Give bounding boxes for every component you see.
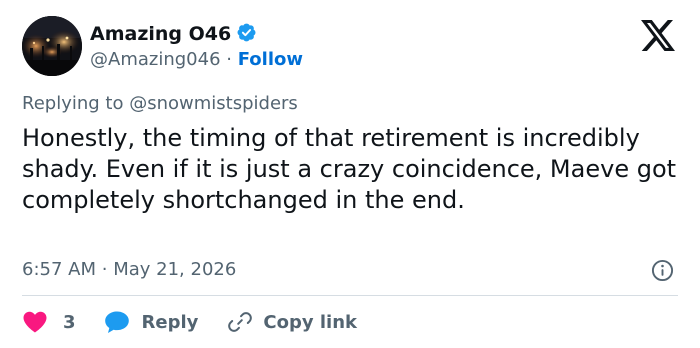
author-display-name[interactable]: Amazing O46 [90, 23, 231, 45]
like-count: 3 [63, 311, 76, 333]
replying-to-line: Replying to @snowmistspiders [22, 92, 298, 116]
replying-to-prefix: Replying to [22, 93, 124, 114]
heart-icon [23, 311, 47, 333]
handle-line: @Amazing046 · Follow [90, 48, 303, 72]
copy-link-button[interactable]: Copy link [228, 310, 357, 334]
reply-button[interactable]: Reply [104, 310, 199, 334]
info-icon[interactable] [651, 259, 674, 282]
handle-separator: · [226, 49, 232, 70]
copy-link-label: Copy link [263, 311, 357, 333]
divider [22, 295, 678, 296]
link-icon [228, 312, 253, 332]
tweet-time: 6:57 AM [22, 259, 96, 280]
author-name-row: Amazing O46 [90, 22, 257, 46]
speech-bubble-icon [104, 311, 129, 333]
timestamp-separator: · [101, 259, 108, 280]
verified-badge-icon [237, 23, 256, 42]
tweet-timestamp[interactable]: 6:57 AM · May 21, 2026 [22, 258, 236, 282]
follow-button[interactable]: Follow [238, 49, 303, 70]
avatar[interactable] [22, 16, 82, 76]
tweet-date: May 21, 2026 [113, 259, 237, 280]
replying-to-handle[interactable]: @snowmistspiders [129, 93, 298, 114]
like-button[interactable]: 3 [22, 310, 76, 334]
night-scene-avatar-image [22, 16, 82, 76]
x-logo-icon[interactable] [641, 20, 675, 51]
reply-label: Reply [141, 311, 199, 333]
action-bar: 3 Reply Copy link [22, 308, 357, 336]
tweet-text: Honestly, the timing of that retirement … [22, 124, 677, 214]
author-handle[interactable]: @Amazing046 [90, 49, 221, 70]
